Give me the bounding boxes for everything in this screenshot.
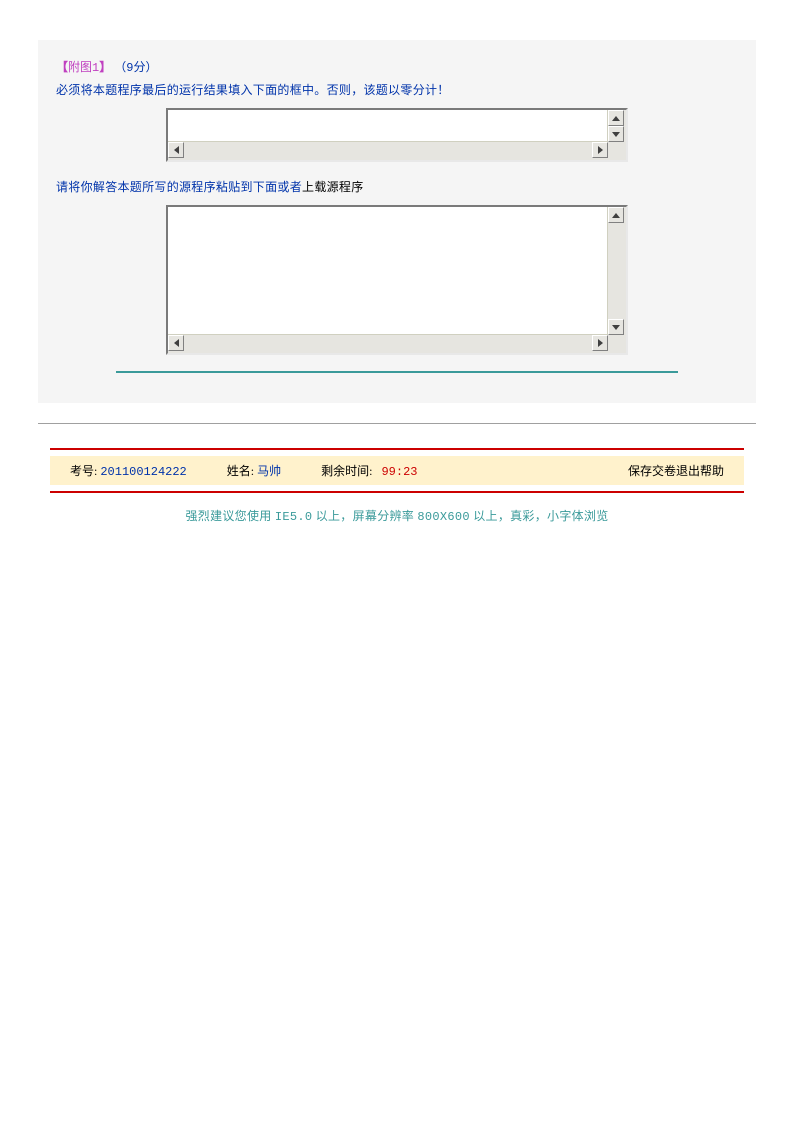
submit-link[interactable]: 交卷 bbox=[652, 464, 676, 478]
scroll-right-button[interactable] bbox=[592, 142, 608, 158]
rec-mid1: 以上，屏幕分辨率 bbox=[312, 509, 417, 523]
name-label: 姓名: bbox=[227, 464, 254, 478]
scroll-up-button[interactable] bbox=[608, 207, 624, 223]
recommendation-text: 强烈建议您使用 IE5.0 以上，屏幕分辨率 800X600 以上，真彩，小字体… bbox=[0, 507, 794, 524]
arrow-down-icon bbox=[612, 325, 620, 330]
scroll-left-button[interactable] bbox=[168, 335, 184, 351]
arrow-up-icon bbox=[612, 116, 620, 121]
points-unit: 分 bbox=[133, 60, 145, 74]
textarea-result-wrap bbox=[56, 108, 738, 162]
instruction-result: 必须将本题程序最后的运行结果填入下面的框中。否则，该题以零分计！ bbox=[56, 81, 738, 98]
horizontal-scrollbar[interactable] bbox=[168, 141, 608, 160]
red-divider-bottom bbox=[50, 491, 744, 493]
rec-suffix: 以上，真彩，小字体浏览 bbox=[470, 509, 609, 523]
scroll-corner bbox=[608, 142, 626, 160]
result-textarea-content[interactable] bbox=[168, 110, 608, 142]
rec-ie: IE5.0 bbox=[275, 510, 313, 524]
instruction-source: 请将你解答本题所写的源程序粘贴到下面或者上载源程序 bbox=[56, 178, 738, 195]
name-segment: 姓名: 马帅 bbox=[227, 462, 281, 479]
name-value: 马帅 bbox=[257, 464, 281, 478]
instruction-source-text: 请将你解答本题所写的源程序粘贴到下面或者 bbox=[56, 180, 302, 194]
save-link[interactable]: 保存 bbox=[628, 464, 652, 478]
exam-id-value: 201100124222 bbox=[100, 465, 186, 479]
teal-divider bbox=[116, 371, 678, 373]
source-textarea[interactable] bbox=[166, 205, 628, 355]
action-links: 保存交卷退出帮助 bbox=[628, 462, 724, 479]
exam-id-segment: 考号: 201100124222 bbox=[70, 462, 187, 479]
red-divider-top bbox=[50, 448, 744, 450]
title-row: 【附图1】 （9分） bbox=[56, 58, 738, 75]
result-textarea[interactable] bbox=[166, 108, 628, 162]
exam-id-label: 考号: bbox=[70, 464, 97, 478]
time-segment: 剩余时间: 99:23 bbox=[321, 462, 417, 479]
arrow-up-icon bbox=[612, 213, 620, 218]
scroll-left-button[interactable] bbox=[168, 142, 184, 158]
arrow-left-icon bbox=[174, 339, 179, 347]
textarea-source-wrap bbox=[56, 205, 738, 355]
exit-link[interactable]: 退出 bbox=[676, 464, 700, 478]
time-value: 99:23 bbox=[381, 465, 417, 479]
arrow-right-icon bbox=[598, 339, 603, 347]
bracket-close: 】 bbox=[99, 60, 111, 74]
source-textarea-content[interactable] bbox=[168, 207, 608, 335]
scroll-down-button[interactable] bbox=[608, 319, 624, 335]
arrow-right-icon bbox=[598, 146, 603, 154]
points-open: （ bbox=[114, 60, 126, 74]
rec-res: 800X600 bbox=[417, 510, 470, 524]
horizontal-scrollbar[interactable] bbox=[168, 334, 608, 353]
upload-source-link[interactable]: 上载源程序 bbox=[302, 180, 364, 194]
status-bar: 考号: 201100124222 姓名: 马帅 剩余时间: 99:23 保存交卷… bbox=[50, 456, 744, 485]
bracket-open: 【 bbox=[56, 60, 68, 74]
vertical-scrollbar[interactable] bbox=[607, 110, 626, 142]
attach-label: 附图 bbox=[68, 60, 92, 74]
scroll-down-button[interactable] bbox=[608, 126, 624, 142]
scroll-right-button[interactable] bbox=[592, 335, 608, 351]
points-close: ） bbox=[145, 60, 157, 74]
panel-bottom-border bbox=[38, 423, 756, 424]
scroll-corner bbox=[608, 335, 626, 353]
vertical-scrollbar[interactable] bbox=[607, 207, 626, 335]
scroll-up-button[interactable] bbox=[608, 110, 624, 126]
time-label: 剩余时间: bbox=[321, 464, 372, 478]
rec-prefix: 强烈建议您使用 bbox=[185, 509, 274, 523]
arrow-down-icon bbox=[612, 132, 620, 137]
arrow-left-icon bbox=[174, 146, 179, 154]
main-panel: 【附图1】 （9分） 必须将本题程序最后的运行结果填入下面的框中。否则，该题以零… bbox=[38, 40, 756, 403]
help-link[interactable]: 帮助 bbox=[700, 464, 724, 478]
